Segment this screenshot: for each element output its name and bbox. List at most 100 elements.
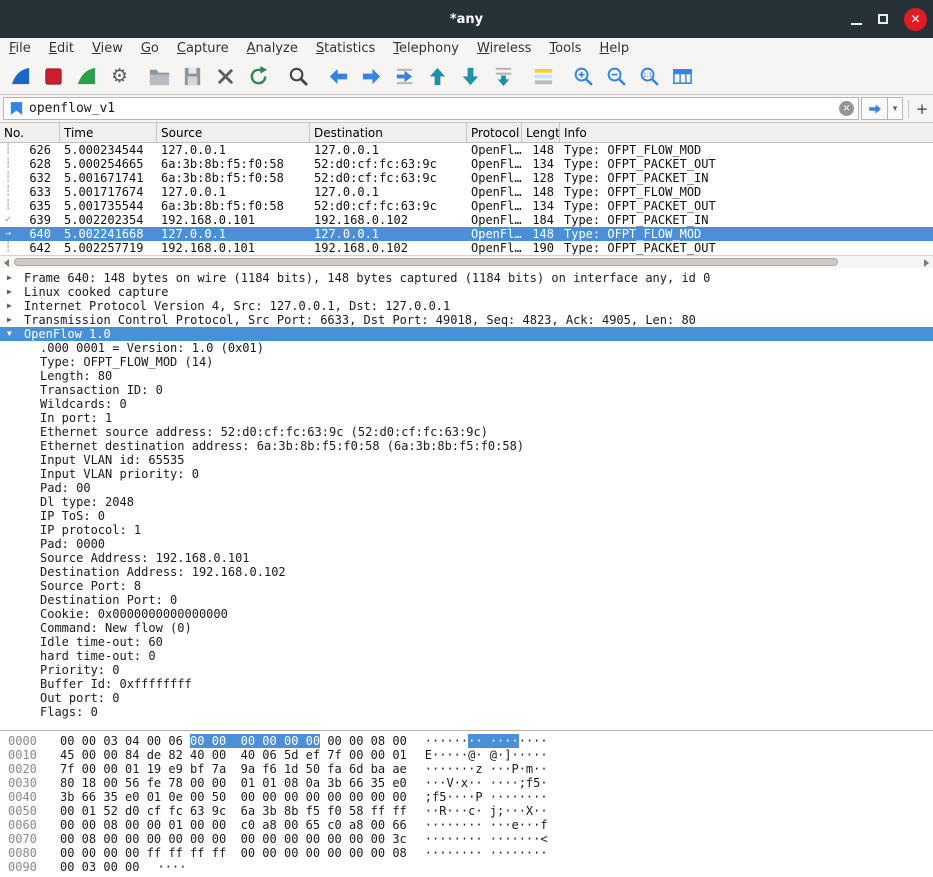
detail-line[interactable]: IP protocol: 1: [0, 523, 933, 537]
detail-line[interactable]: Pad: 0000: [0, 537, 933, 551]
reload-button[interactable]: [246, 63, 271, 91]
hex-row[interactable]: 0000 00 00 03 04 00 06 00 00 00 00 00 00…: [0, 734, 933, 748]
detail-line[interactable]: ▶ Frame 640: 148 bytes on wire (1184 bit…: [0, 271, 933, 285]
expander-icon[interactable]: [23, 439, 40, 453]
detail-line[interactable]: hard time-out: 0: [0, 649, 933, 663]
hex-row[interactable]: 0040 3b 66 35 e0 01 0e 00 50 00 00 00 00…: [0, 790, 933, 804]
expander-icon[interactable]: [23, 579, 40, 593]
scroll-right-arrow-icon[interactable]: [924, 259, 929, 267]
expander-icon[interactable]: [23, 649, 40, 663]
capture-stop-button[interactable]: [41, 63, 66, 91]
zoom-original-button[interactable]: 1:1: [637, 63, 662, 91]
menu-item[interactable]: Telephony: [384, 38, 468, 59]
bookmark-icon[interactable]: [8, 100, 25, 117]
detail-line[interactable]: In port: 1: [0, 411, 933, 425]
hex-row[interactable]: 0080 00 00 00 00 ff ff ff ff 00 00 00 00…: [0, 846, 933, 860]
expander-icon[interactable]: [23, 523, 40, 537]
expander-icon[interactable]: [23, 411, 40, 425]
hex-row[interactable]: 0070 00 08 00 00 00 00 00 00 00 00 00 00…: [0, 832, 933, 846]
scroll-left-arrow-icon[interactable]: [4, 259, 9, 267]
detail-line[interactable]: ▶ Linux cooked capture: [0, 285, 933, 299]
zoom-out-button[interactable]: [604, 63, 629, 91]
hscrollbar-thumb[interactable]: [14, 258, 838, 266]
hex-row[interactable]: 0020 7f 00 00 01 19 e9 bf 7a 9a f6 1d 50…: [0, 762, 933, 776]
expander-icon[interactable]: [23, 509, 40, 523]
detail-line[interactable]: Input VLAN id: 65535: [0, 453, 933, 467]
packet-row[interactable]: ┆ 642 5.002257719 192.168.0.101 192.168.…: [0, 241, 933, 255]
detail-line[interactable]: Input VLAN priority: 0: [0, 467, 933, 481]
capture-restart-button[interactable]: [74, 63, 99, 91]
filter-text-field[interactable]: [29, 101, 835, 116]
detail-line[interactable]: Transaction ID: 0: [0, 383, 933, 397]
hex-row[interactable]: 0090 00 03 00 00 ····: [0, 860, 933, 874]
expander-icon[interactable]: [23, 453, 40, 467]
detail-line[interactable]: Destination Address: 192.168.0.102: [0, 565, 933, 579]
expander-icon[interactable]: ▼: [7, 327, 24, 341]
column-header-length[interactable]: Length: [522, 123, 560, 142]
detail-line[interactable]: Type: OFPT_FLOW_MOD (14): [0, 355, 933, 369]
minimize-icon[interactable]: [851, 22, 862, 25]
expander-icon[interactable]: [23, 341, 40, 355]
menu-item[interactable]: Capture: [168, 38, 238, 59]
column-header-no[interactable]: No.: [0, 123, 60, 142]
detail-line[interactable]: ▶ Transmission Control Protocol, Src Por…: [0, 313, 933, 327]
detail-line[interactable]: Priority: 0: [0, 663, 933, 677]
detail-line[interactable]: Dl type: 2048: [0, 495, 933, 509]
go-last-packet-button[interactable]: [458, 63, 483, 91]
expander-icon[interactable]: [23, 495, 40, 509]
capture-start-button[interactable]: [8, 63, 33, 91]
detail-line[interactable]: Out port: 0: [0, 691, 933, 705]
detail-line[interactable]: ▶ Internet Protocol Version 4, Src: 127.…: [0, 299, 933, 313]
expander-icon[interactable]: [23, 677, 40, 691]
save-file-button[interactable]: [180, 63, 205, 91]
expander-icon[interactable]: ▶: [7, 313, 24, 327]
detail-line[interactable]: Idle time-out: 60: [0, 635, 933, 649]
menu-item[interactable]: Wireless: [468, 38, 540, 59]
packet-row[interactable]: ✓ 639 5.002202354 192.168.0.101 192.168.…: [0, 213, 933, 227]
detail-line[interactable]: Source Address: 192.168.0.101: [0, 551, 933, 565]
column-header-info[interactable]: Info: [560, 123, 933, 142]
expander-icon[interactable]: [23, 607, 40, 621]
capture-options-button[interactable]: ⚙: [107, 63, 132, 91]
go-back-button[interactable]: [326, 63, 351, 91]
expander-icon[interactable]: [23, 691, 40, 705]
expander-icon[interactable]: [23, 565, 40, 579]
detail-line[interactable]: .000 0001 = Version: 1.0 (0x01): [0, 341, 933, 355]
filter-history-dropdown[interactable]: ▾: [888, 97, 903, 120]
expander-icon[interactable]: [23, 537, 40, 551]
column-header-source[interactable]: Source: [157, 123, 310, 142]
expander-icon[interactable]: [23, 635, 40, 649]
expander-icon[interactable]: [23, 663, 40, 677]
expander-icon[interactable]: [23, 467, 40, 481]
apply-filter-button[interactable]: [861, 97, 888, 120]
detail-line[interactable]: Ethernet destination address: 6a:3b:8b:f…: [0, 439, 933, 453]
column-header-destination[interactable]: Destination: [310, 123, 467, 142]
expander-icon[interactable]: ▶: [7, 285, 24, 299]
column-header-time[interactable]: Time: [60, 123, 157, 142]
expander-icon[interactable]: [23, 355, 40, 369]
menu-item[interactable]: Edit: [40, 38, 83, 59]
expander-icon[interactable]: ▶: [7, 299, 24, 313]
detail-line[interactable]: Wildcards: 0: [0, 397, 933, 411]
expander-icon[interactable]: [23, 383, 40, 397]
detail-line[interactable]: Pad: 00: [0, 481, 933, 495]
menu-item[interactable]: Go: [132, 38, 168, 59]
display-filter-input[interactable]: ✕: [3, 97, 859, 120]
hex-row[interactable]: 0050 00 01 52 d0 cf fc 63 9c 6a 3b 8b f5…: [0, 804, 933, 818]
go-to-packet-button[interactable]: [392, 63, 417, 91]
detail-line[interactable]: Length: 80: [0, 369, 933, 383]
expander-icon[interactable]: [23, 705, 40, 719]
column-header-protocol[interactable]: Protocol: [467, 123, 522, 142]
menu-item[interactable]: Analyze: [238, 38, 307, 59]
menu-item[interactable]: Help: [590, 38, 638, 59]
detail-line[interactable]: Buffer Id: 0xffffffff: [0, 677, 933, 691]
hex-row[interactable]: 0010 45 00 00 84 de 82 40 00 40 06 5d ef…: [0, 748, 933, 762]
menu-item[interactable]: File: [0, 38, 40, 59]
open-file-button[interactable]: [147, 63, 172, 91]
packet-list-hscrollbar[interactable]: [0, 255, 933, 268]
colorize-button[interactable]: [531, 63, 556, 91]
expander-icon[interactable]: [23, 481, 40, 495]
packet-row[interactable]: ┆ 628 5.000254665 6a:3b:8b:f5:f0:58 52:d…: [0, 157, 933, 171]
clear-filter-icon[interactable]: ✕: [839, 101, 854, 116]
detail-line[interactable]: Ethernet source address: 52:d0:cf:fc:63:…: [0, 425, 933, 439]
